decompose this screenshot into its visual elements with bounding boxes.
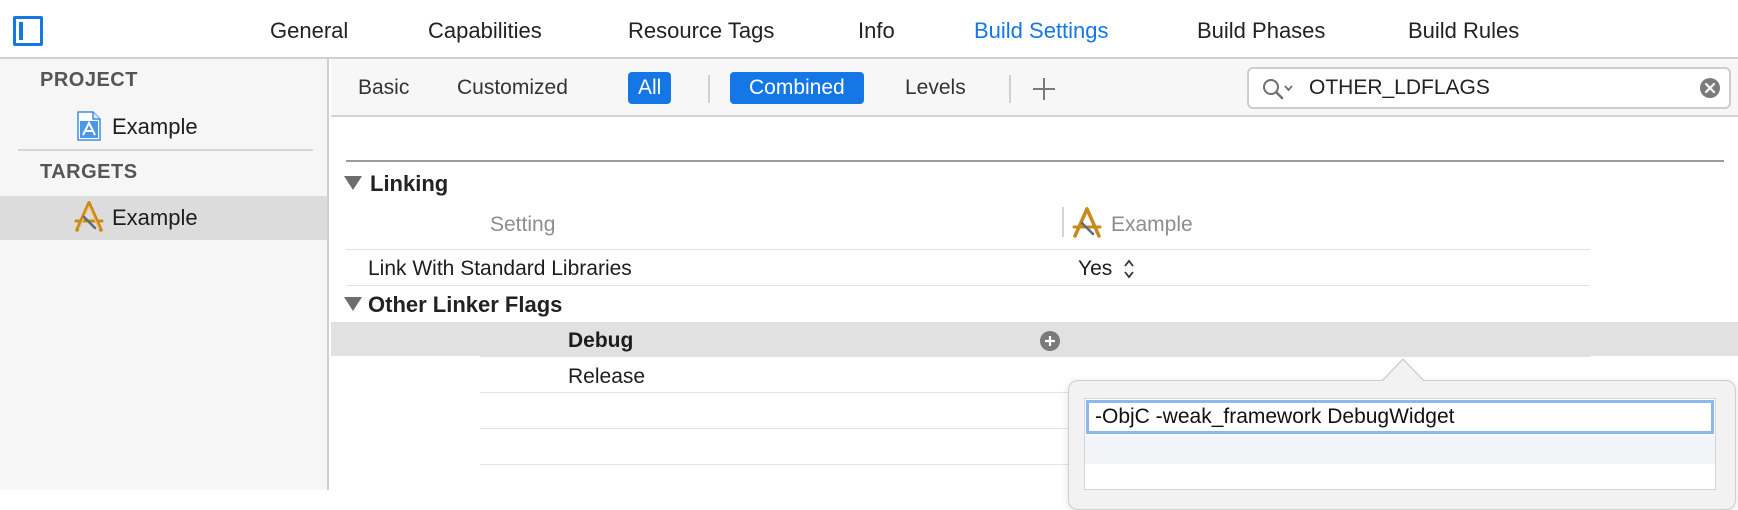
column-header-setting: Setting [490, 213, 556, 236]
setting-name-link-standard-libraries: Link With Standard Libraries [368, 257, 632, 280]
project-item-example[interactable]: Example [0, 105, 327, 149]
sidebar-toggle-icon[interactable] [13, 16, 43, 46]
filter-separator [1009, 75, 1011, 103]
tab-build-rules[interactable]: Build Rules [1408, 18, 1519, 44]
editor-tab-bar: General Capabilities Resource Tags Info … [0, 0, 1738, 59]
project-section-header: PROJECT [40, 69, 138, 91]
column-header-target: Example [1111, 213, 1193, 236]
search-field[interactable] [1247, 67, 1731, 109]
target-item-label: Example [112, 205, 198, 230]
plus-icon[interactable] [1028, 73, 1060, 105]
clear-icon[interactable] [1699, 77, 1721, 99]
add-condition-icon[interactable] [1039, 330, 1061, 352]
scope-customized[interactable]: Customized [447, 72, 578, 104]
app-target-icon [74, 201, 104, 232]
config-name-debug: Debug [568, 329, 634, 352]
row-divider [480, 464, 1080, 465]
app-target-icon [1072, 207, 1102, 238]
stepper-updown-icon[interactable] [1122, 258, 1136, 280]
setting-value-link-standard-libraries[interactable]: Yes [1078, 257, 1112, 281]
search-input[interactable] [1307, 74, 1687, 102]
navigator-divider [18, 149, 313, 151]
tab-build-phases[interactable]: Build Phases [1197, 18, 1325, 44]
tab-resource-tags[interactable]: Resource Tags [628, 18, 774, 44]
tab-general[interactable]: General [270, 18, 348, 44]
tab-capabilities[interactable]: Capabilities [428, 18, 542, 44]
search-icon[interactable] [1261, 77, 1295, 101]
linker-flags-input[interactable] [1086, 400, 1714, 434]
column-separator [1062, 207, 1064, 237]
project-item-label: Example [112, 114, 198, 139]
group-linking: Linking [370, 171, 449, 196]
target-item-example[interactable]: Example [0, 196, 327, 240]
project-navigator: PROJECT Example TARGETS Example [0, 59, 329, 490]
group-other-linker-flags: Other Linker Flags [368, 292, 563, 317]
row-divider [346, 285, 1590, 286]
tab-info[interactable]: Info [858, 18, 895, 44]
editor-top-rule [346, 160, 1724, 162]
disclosure-triangle-icon[interactable] [344, 297, 362, 311]
build-settings-filter-bar: Basic Customized All Combined Levels [331, 59, 1738, 117]
filter-separator [708, 75, 710, 103]
targets-section-header: TARGETS [40, 161, 138, 183]
view-combined[interactable]: Combined [730, 72, 864, 104]
popover-arrow [1383, 360, 1423, 381]
row-divider [480, 428, 1080, 429]
config-row-debug[interactable] [331, 322, 1738, 356]
config-name-release[interactable]: Release [568, 365, 645, 389]
row-divider [346, 249, 1590, 250]
scope-basic[interactable]: Basic [348, 72, 419, 104]
tab-build-settings[interactable]: Build Settings [974, 18, 1109, 44]
row-divider [480, 392, 1080, 393]
disclosure-triangle-icon[interactable] [344, 176, 362, 190]
project-file-icon [77, 111, 101, 141]
value-list-empty-row[interactable] [1085, 436, 1715, 464]
view-levels[interactable]: Levels [895, 72, 976, 104]
row-divider [480, 356, 1590, 357]
scope-all[interactable]: All [628, 72, 672, 104]
